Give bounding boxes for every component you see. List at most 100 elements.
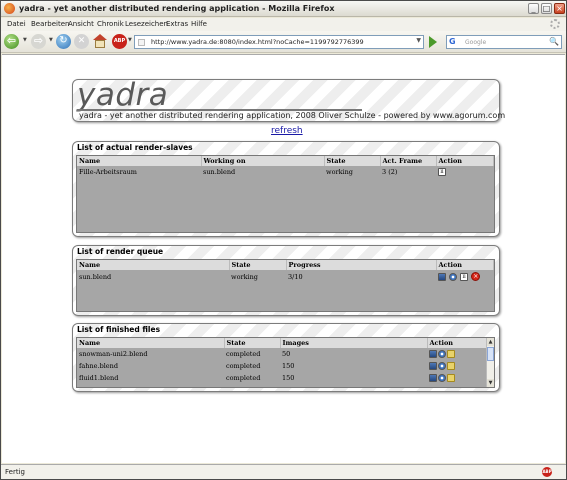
forward-arrow-icon: ⇨ [31, 34, 46, 49]
table-row[interactable]: sun.blend working 3/10 ll × [77, 270, 494, 283]
render-queue-title: List of render queue [77, 247, 164, 256]
page-favicon-icon [138, 39, 145, 46]
menu-hilfe[interactable]: Hilfe [191, 20, 207, 28]
table-row[interactable]: snowman-uni2.blend completed 50 [77, 348, 487, 360]
column-header[interactable]: Action [436, 260, 494, 270]
refresh-link[interactable]: refresh [271, 126, 303, 136]
table-header-row: Name State Progress Action [77, 260, 494, 270]
save-icon[interactable] [438, 272, 446, 281]
menu-extras[interactable]: Extras [166, 20, 188, 28]
minimize-button[interactable]: _ [528, 3, 539, 14]
finished-files-scrollbar[interactable]: ▲ ▼ [486, 338, 494, 387]
adblock-dropdown-icon[interactable]: ▼ [128, 37, 132, 43]
column-header[interactable]: Act. Frame [380, 156, 437, 166]
page-header: yadra yadra - yet another distributed re… [72, 77, 505, 122]
tagline: yadra - yet another distributed renderin… [79, 111, 506, 120]
queue-actions: ll × [436, 270, 494, 283]
search-input[interactable]: Google [465, 39, 486, 46]
url-history-dropdown-icon[interactable]: ▼ [416, 37, 421, 44]
browser-window: yadra - yet another distributed renderin… [0, 0, 567, 480]
finished-files-panel: List of finished files Name State Images… [72, 323, 500, 392]
column-header[interactable]: Action [427, 338, 487, 348]
table-row[interactable]: fahne.blend completed 150 [77, 360, 487, 372]
stop-button[interactable]: ✕ [74, 34, 89, 50]
slave-actions: ll [436, 166, 494, 178]
scroll-thumb[interactable] [487, 347, 494, 361]
table-header-row: Name Working on State Act. Frame Action [77, 156, 494, 166]
table-row[interactable]: fluid1.blend completed 150 [77, 372, 487, 384]
adblock-status-icon[interactable]: ABP [542, 467, 552, 477]
file-name: snowman-uni2.blend [79, 350, 148, 358]
firefox-icon [4, 3, 15, 14]
render-slaves-panel: List of actual render-slaves Name Workin… [72, 141, 500, 237]
scroll-down-icon[interactable]: ▼ [487, 379, 494, 387]
menu-datei[interactable]: Datei [7, 20, 26, 28]
home-icon [93, 34, 107, 48]
search-box[interactable]: G Google 🔍 [446, 35, 562, 49]
yadra-logo: yadra [77, 77, 169, 113]
column-header[interactable]: Name [77, 156, 202, 166]
slave-name: Fille-Arbeitsraum [79, 168, 137, 176]
menu-bearbeiten[interactable]: Bearbeiten [31, 20, 69, 28]
menu-ansicht[interactable]: Ansicht [68, 20, 94, 28]
view-icon[interactable] [449, 272, 458, 281]
save-icon[interactable] [429, 350, 437, 358]
file-state: completed [226, 374, 261, 382]
queue-name: sun.blend [79, 272, 112, 281]
render-slaves-table: Name Working on State Act. Frame Action … [76, 155, 495, 233]
title-bar: yadra - yet another distributed renderin… [1, 1, 566, 17]
column-header[interactable]: State [229, 260, 287, 270]
stop-icon: ✕ [74, 34, 89, 49]
navigation-toolbar: ⇦ ▼ ⇨ ▼ ↻ ✕ ABP ▼ http://www.yadra.de:80… [1, 31, 566, 53]
pause-icon[interactable]: ll [438, 168, 446, 176]
delete-icon[interactable]: × [471, 272, 481, 281]
maximize-button[interactable]: □ [541, 3, 552, 14]
google-search-engine-icon[interactable]: G [449, 37, 461, 47]
view-icon[interactable] [438, 362, 446, 370]
menu-chronik[interactable]: Chronik [97, 20, 124, 28]
table-row[interactable]: Fille-Arbeitsraum sun.blend working 3 (2… [77, 166, 494, 178]
back-arrow-icon: ⇦ [4, 34, 19, 49]
column-header[interactable]: Working on [201, 156, 325, 166]
go-button[interactable] [429, 36, 437, 48]
reload-button[interactable]: ↻ [56, 34, 71, 50]
status-bar: Fertig ABP [1, 464, 566, 479]
scroll-up-icon[interactable]: ▲ [487, 338, 494, 346]
file-actions [427, 372, 487, 384]
menu-lesezeichen[interactable]: Lesezeichen [125, 20, 168, 28]
finished-files-title: List of finished files [77, 325, 161, 334]
column-header[interactable]: Images [280, 338, 428, 348]
queue-state: working [231, 272, 258, 281]
column-header[interactable]: Name [77, 338, 225, 348]
column-header[interactable]: State [224, 338, 281, 348]
home-button[interactable] [93, 34, 108, 50]
pause-icon[interactable]: ll [460, 272, 469, 281]
slave-frame: 3 (2) [382, 168, 398, 176]
file-state: completed [226, 362, 261, 370]
view-icon[interactable] [438, 350, 446, 358]
save-icon[interactable] [429, 362, 437, 370]
url-bar[interactable]: http://www.yadra.de:8080/index.html?noCa… [134, 35, 424, 49]
url-text[interactable]: http://www.yadra.de:8080/index.html?noCa… [151, 38, 364, 46]
back-history-dropdown-icon[interactable]: ▼ [23, 37, 27, 43]
view-icon[interactable] [438, 374, 446, 382]
folder-icon[interactable] [447, 374, 455, 382]
search-icon[interactable]: 🔍 [549, 37, 559, 46]
folder-icon[interactable] [447, 350, 455, 358]
forward-history-dropdown-icon[interactable]: ▼ [49, 37, 53, 43]
adblock-button[interactable]: ABP [112, 34, 127, 50]
column-header[interactable]: Progress [286, 260, 437, 270]
status-text: Fertig [5, 468, 25, 476]
forward-button[interactable]: ⇨ [31, 34, 46, 50]
column-header[interactable]: State [324, 156, 381, 166]
close-button[interactable]: × [554, 3, 565, 14]
render-slaves-title: List of actual render-slaves [77, 143, 193, 152]
column-header[interactable]: Action [436, 156, 494, 166]
save-icon[interactable] [429, 374, 437, 382]
back-button[interactable]: ⇦ [4, 34, 24, 50]
file-actions [427, 360, 487, 372]
folder-icon[interactable] [447, 362, 455, 370]
file-name: fluid1.blend [79, 374, 119, 382]
column-header[interactable]: Name [77, 260, 230, 270]
render-queue-table: Name State Progress Action sun.blend wor… [76, 259, 495, 312]
